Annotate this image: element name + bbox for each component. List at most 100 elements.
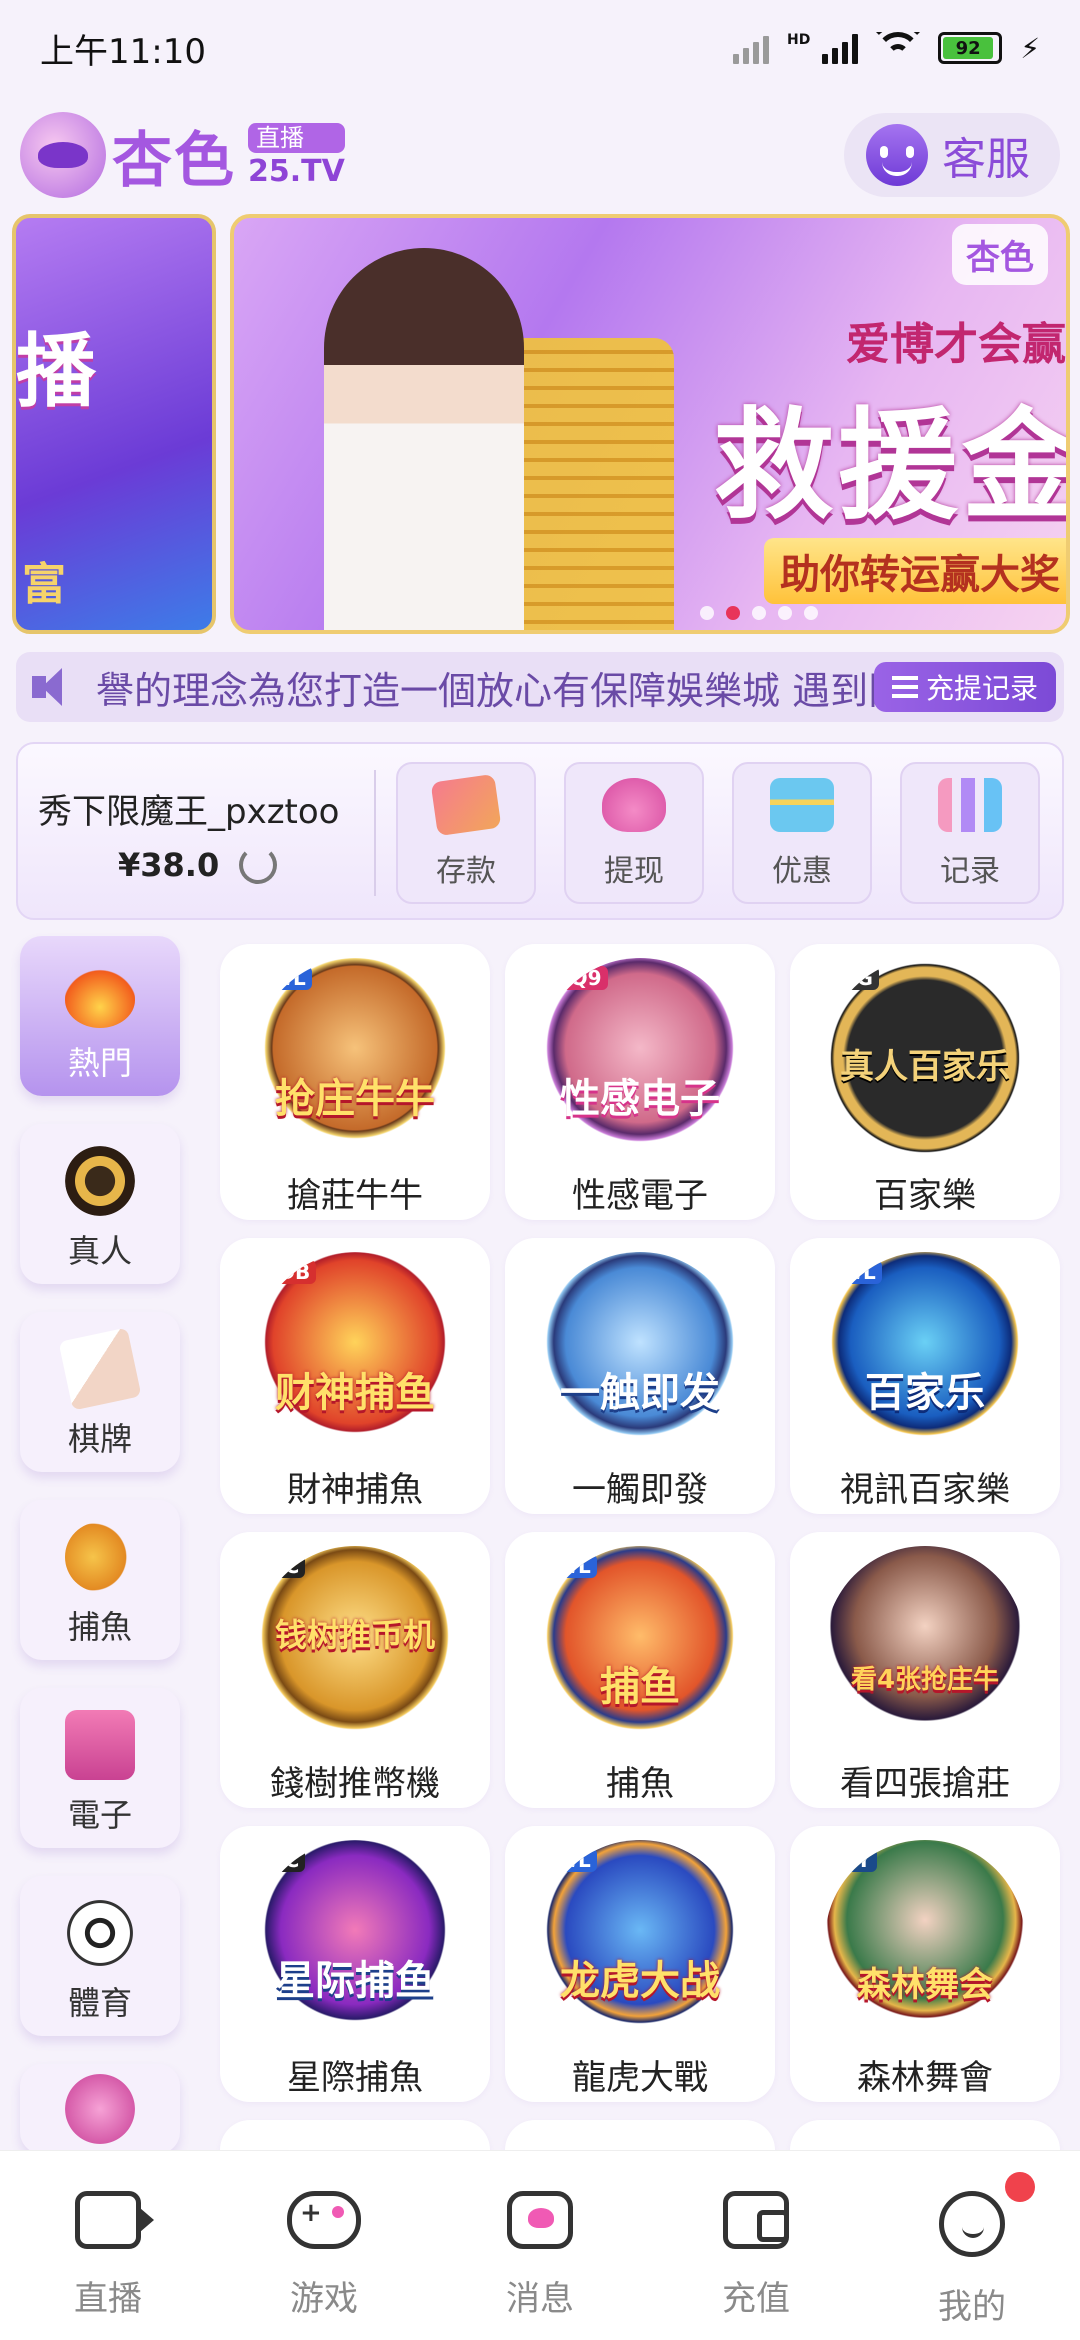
game-art: WL 龙虎大战 <box>540 1840 740 2040</box>
banner-headline: 救援金 <box>714 397 1070 536</box>
withdraw-button[interactable]: 提现 <box>564 762 704 904</box>
carousel-dot[interactable] <box>778 606 792 620</box>
category-lottery[interactable] <box>20 2064 180 2154</box>
category-fishing[interactable]: 捕魚 <box>20 1500 180 1660</box>
category-sports[interactable]: 體育 <box>20 1876 180 2036</box>
chip-icon <box>65 1146 135 1216</box>
logo-badge-live: 直播 <box>248 123 345 153</box>
category-live[interactable]: 真人 <box>20 1124 180 1284</box>
nav-messages[interactable]: 消息 <box>432 2151 648 2340</box>
game-name: 視訊百家樂 <box>840 1470 1010 1510</box>
game-tile[interactable]: 看4张抢庄牛 看四張搶莊 <box>790 1532 1060 1808</box>
battery-level: 92 <box>943 37 993 59</box>
nav-label: 充值 <box>722 2279 790 2319</box>
game-art-caption: 财神捕鱼 <box>275 1370 435 1416</box>
customer-service-button[interactable]: 客服 <box>844 113 1060 197</box>
nav-label: 直播 <box>74 2279 142 2319</box>
banner-tagline: 爱博才会赢 <box>846 319 1066 370</box>
nav-profile[interactable]: 我的 <box>864 2151 1080 2340</box>
provider-badge: KY <box>835 1848 877 1872</box>
account-panel: 秀下限魔王_pxztoo ¥38.0 存款 提现 优惠 记录 <box>16 742 1064 920</box>
logo-icon <box>20 112 106 198</box>
announcement-marquee[interactable]: 譽的理念為您打造一個放心有保障娛樂城 遇到問 充提记录 <box>16 652 1064 722</box>
game-art-caption: 星际捕鱼 <box>275 1958 435 2004</box>
status-bar: 上午11:10 HD 92 ⚡ <box>0 0 1080 96</box>
banner-logo: 杏色 <box>952 224 1048 285</box>
provider-badge: WL <box>550 1848 597 1872</box>
nav-live[interactable]: 直播 <box>0 2151 216 2340</box>
headset-icon <box>866 124 928 186</box>
notification-dot <box>1005 2172 1035 2202</box>
records-button[interactable]: 记录 <box>900 762 1040 904</box>
records-label: 记录 <box>940 854 1000 889</box>
category-label: 電子 <box>67 1796 132 1834</box>
banner-carousel[interactable]: 播 富 杏色 爱博才会赢 救援金 助你转运赢大奖 <box>0 214 1080 634</box>
game-tile[interactable]: KY 森林舞会 森林舞會 <box>790 1826 1060 2102</box>
category-label: 捕魚 <box>67 1608 132 1646</box>
game-name: 搶莊牛牛 <box>287 1176 423 1216</box>
game-tile[interactable]: FC 钱树推币机 錢樹推幣機 <box>220 1532 490 1808</box>
category-board[interactable]: 棋牌 <box>20 1312 180 1472</box>
signal-icon <box>822 32 859 64</box>
provider-badge: FC <box>265 1554 306 1578</box>
carousel-dot-active[interactable] <box>726 606 740 620</box>
category-slots[interactable]: 電子 <box>20 1688 180 1848</box>
app-logo: 杏色 直播 25.TV <box>20 112 345 199</box>
game-art-caption: 真人百家乐 <box>840 1047 1010 1087</box>
game-art: 看4张抢庄牛 <box>825 1546 1025 1746</box>
game-name: 龍虎大戰 <box>572 2058 708 2098</box>
deposit-withdraw-record-button[interactable]: 充提记录 <box>873 662 1056 712</box>
game-tile[interactable]: WL 捕鱼 捕魚 <box>505 1532 775 1808</box>
profile-icon <box>939 2191 1005 2257</box>
game-art-caption: 一触即发 <box>560 1370 720 1416</box>
nav-games[interactable]: 游戏 <box>216 2151 432 2340</box>
provider-badge: WL <box>265 966 312 990</box>
game-tile[interactable]: 一触即发 一觸即發 <box>505 1238 775 1514</box>
game-tile[interactable]: FC 星际捕鱼 星際捕魚 <box>220 1826 490 2102</box>
wallet-icon <box>723 2191 789 2249</box>
carousel-dot[interactable] <box>752 606 766 620</box>
game-tile[interactable]: CQ9 性感电子 性感電子 <box>505 944 775 1220</box>
game-tile[interactable]: WL 百家乐 視訊百家樂 <box>790 1238 1060 1514</box>
money-bag-icon <box>602 778 666 832</box>
nav-recharge[interactable]: 充值 <box>648 2151 864 2340</box>
banner-subline: 助你转运赢大奖 <box>764 538 1066 604</box>
signal-icon-secondary <box>732 32 769 64</box>
game-name: 錢樹推幣機 <box>270 1764 440 1804</box>
deposit-button[interactable]: 存款 <box>396 762 536 904</box>
game-name: 森林舞會 <box>857 2058 993 2098</box>
carousel-dot[interactable] <box>700 606 714 620</box>
game-tile[interactable]: WL 抢庄牛牛 搶莊牛牛 <box>220 944 490 1220</box>
bottom-navigation: 直播 游戏 消息 充值 我的 <box>0 2150 1080 2340</box>
category-label: 熱門 <box>67 1044 132 1082</box>
charging-icon: ⚡ <box>1020 31 1040 65</box>
carousel-dot[interactable] <box>804 606 818 620</box>
category-hot[interactable]: 熱門 <box>20 936 180 1096</box>
promotions-button[interactable]: 优惠 <box>732 762 872 904</box>
banner-model-image <box>324 248 524 630</box>
game-tile[interactable]: WL 龙虎大战 龍虎大戰 <box>505 1826 775 2102</box>
game-art-caption: 百家乐 <box>865 1370 985 1416</box>
game-art: FC 钱树推币机 <box>255 1546 455 1746</box>
game-tile[interactable]: JDB 财神捕鱼 財神捕魚 <box>220 1238 490 1514</box>
fire-icon <box>65 958 135 1028</box>
app-header: 杏色 直播 25.TV 客服 <box>0 100 1080 210</box>
game-art-caption: 性感电子 <box>560 1076 720 1122</box>
category-label: 棋牌 <box>67 1420 132 1458</box>
game-art: JDB 财神捕鱼 <box>255 1252 455 1452</box>
game-tile[interactable]: AG 真人百家乐 百家樂 <box>790 944 1060 1220</box>
game-art: WL 抢庄牛牛 <box>255 958 455 1158</box>
battery-icon: 92 <box>938 32 1003 64</box>
game-art-caption: 森林舞会 <box>857 1965 993 2005</box>
provider-badge: FC <box>265 1848 306 1872</box>
logo-badge: 直播 25.TV <box>248 123 345 187</box>
banner-previous-slide[interactable]: 播 富 <box>12 214 216 634</box>
banner-current-slide[interactable]: 杏色 爱博才会赢 救援金 助你转运赢大奖 <box>230 214 1070 634</box>
refresh-icon[interactable] <box>239 846 278 884</box>
game-art: 一触即发 <box>540 1252 740 1452</box>
game-art-caption: 龙虎大战 <box>560 1958 720 2004</box>
logo-domain: 25.TV <box>248 154 345 189</box>
balance-amount: ¥38.0 <box>118 846 220 884</box>
provider-badge: CQ9 <box>550 966 608 990</box>
card-icon <box>430 773 502 837</box>
